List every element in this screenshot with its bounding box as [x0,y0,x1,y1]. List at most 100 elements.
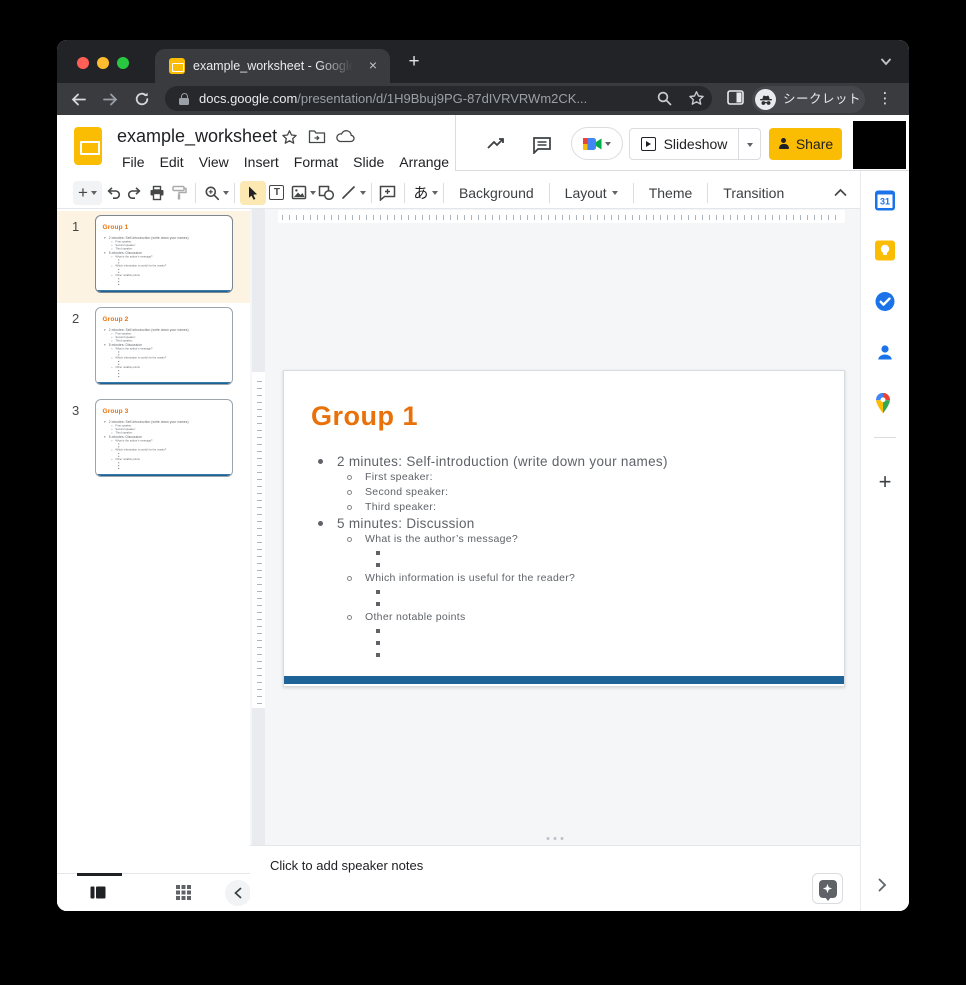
menu-insert[interactable]: Insert [241,153,282,171]
layout-button[interactable]: Layout [555,185,628,201]
filmstrip-bottom-bar [57,873,250,911]
toolbar: + T [57,177,860,209]
slide-thumbnail[interactable]: Group 32 minutes: Self-introduction (wri… [95,399,233,477]
slide-bullet-level1: 5 minutes: Discussion [284,515,834,532]
background-button[interactable]: Background [449,185,544,201]
speaker-notes-placeholder[interactable]: Click to add speaker notes [270,858,423,873]
meet-call-button[interactable] [571,127,623,160]
current-slide[interactable]: Group 12 minutes: Self-introduction (wri… [283,370,845,687]
keep-icon[interactable] [875,240,896,261]
new-tab-button[interactable]: + [401,50,427,74]
url-bar[interactable]: docs.google.com/presentation/d/1H9Bbuj9P… [165,86,712,111]
vertical-ruler [252,372,265,708]
slide-canvas[interactable]: Group 12 minutes: Self-introduction (wri… [250,209,860,845]
menu-edit[interactable]: Edit [157,153,187,171]
fullscreen-window-button[interactable] [117,57,129,69]
minimize-window-button[interactable] [97,57,109,69]
search-icon[interactable] [656,90,673,107]
get-addons-button[interactable]: + [879,469,892,495]
back-button[interactable] [66,87,90,111]
forward-button[interactable] [98,87,122,111]
slideshow-button[interactable]: Slideshow [629,128,739,160]
cloud-saved-icon[interactable] [336,129,353,146]
star-document-icon[interactable] [281,129,298,146]
bullet-text: Which information is useful for the read… [365,572,575,584]
insert-line-button[interactable] [338,181,360,205]
slides-logo-icon[interactable] [74,127,102,165]
reload-button[interactable] [130,87,154,111]
side-panel-divider [874,437,896,438]
insert-comment-button[interactable] [377,181,399,205]
zoom-caret-icon[interactable] [223,191,229,198]
document-title[interactable]: example_worksheet [117,126,277,147]
insert-shape-button[interactable] [316,181,338,205]
new-slide-caret-icon[interactable] [91,191,97,198]
activity-dashboard-icon[interactable] [486,136,508,154]
slide-thumbnail-row-3[interactable]: 3 Group 32 minutes: Self-introduction (wr… [57,395,250,487]
paint-format-button[interactable] [168,181,190,205]
slide-number: 3 [72,403,79,418]
browser-menu-icon[interactable]: ⋮ [877,85,893,113]
theme-button[interactable]: Theme [639,185,703,201]
meet-dropdown-caret-icon [605,142,611,149]
insert-image-button[interactable] [288,181,310,205]
bullet-marker-icon [118,465,119,466]
bullet-marker-icon [111,348,112,349]
url-path: /presentation/d/1H9Bbuj9PG-87dIVRVRWm2CK… [297,91,587,106]
undo-button[interactable] [102,181,124,205]
slideshow-label: Slideshow [664,136,728,152]
grid-view-icon[interactable] [176,885,192,900]
menu-file[interactable]: File [119,153,148,171]
user-avatar[interactable] [853,121,906,169]
bullet-marker-icon [118,462,119,463]
line-caret-icon[interactable] [360,191,366,198]
zoom-button[interactable] [201,181,223,205]
bullet-marker-icon [376,653,380,657]
slide-thumbnail[interactable]: Group 22 minutes: Self-introduction (wri… [95,307,233,385]
contacts-icon[interactable] [875,342,896,363]
bullet-marker-icon [111,440,112,441]
bullet-marker-icon [118,468,119,469]
slideshow-options-button[interactable] [739,128,761,160]
thumbnail-slide-preview: Group 12 minutes: Self-introduction (wri… [96,216,232,293]
filmstrip-view-icon[interactable] [90,885,106,900]
collapse-filmstrip-button[interactable] [225,880,251,906]
bullet-marker-icon [376,602,380,606]
redo-button[interactable] [124,181,146,205]
bullet-marker-icon [118,443,119,444]
comments-icon[interactable] [532,136,554,154]
share-button[interactable]: Share [769,128,842,160]
slide-thumbnail[interactable]: Group 12 minutes: Self-introduction (wri… [95,215,233,293]
menu-slide[interactable]: Slide [350,153,387,171]
menu-format[interactable]: Format [291,153,341,171]
calendar-icon[interactable]: 31 [875,190,896,211]
close-window-button[interactable] [77,57,89,69]
input-tools-button[interactable]: あ [410,181,432,205]
slide-bullet-level3 [96,467,229,470]
menu-view[interactable]: View [196,153,232,171]
browser-tab[interactable]: example_worksheet - Google S × [155,49,390,83]
input-tools-caret-icon[interactable] [432,191,438,198]
gemini-sparkle-button[interactable] [812,873,843,904]
tab-search-chevron-icon[interactable] [877,55,895,69]
tasks-icon[interactable] [875,291,896,312]
new-slide-button[interactable]: + [73,181,102,205]
show-side-panel-icon[interactable] [878,878,892,894]
menu-arrange[interactable]: Arrange [396,153,452,171]
select-tool-button[interactable] [240,181,266,205]
tab-close-icon[interactable]: × [364,57,382,75]
collapse-toolbar-icon[interactable] [833,186,848,199]
slide-thumbnail-row-2[interactable]: 2Group 22 minutes: Self-introduction (wr… [57,303,250,395]
transition-button[interactable]: Transition [713,185,794,201]
textbox-icon: T [269,185,284,200]
slide-thumbnail-row-1[interactable]: 1Group 12 minutes: Self-introduction (wr… [57,211,250,303]
side-panel-icon[interactable] [727,90,744,105]
text-box-button[interactable]: T [266,181,288,205]
bullet-marker-icon [118,281,119,282]
slide-bullet-level3 [284,586,834,598]
notes-resize-handle[interactable] [547,837,564,840]
print-button[interactable] [146,181,168,205]
maps-icon[interactable] [875,392,896,413]
bookmark-star-icon[interactable] [688,90,705,107]
move-folder-icon[interactable] [308,129,325,146]
